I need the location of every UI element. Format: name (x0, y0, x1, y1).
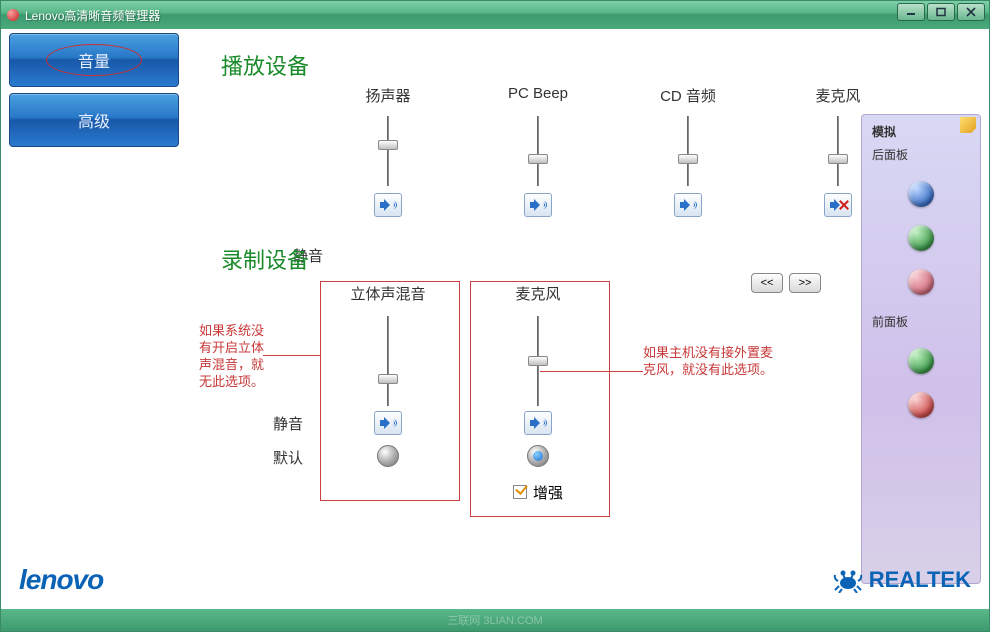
jack-front-green[interactable] (908, 348, 934, 374)
enhance-label: 增强 (533, 482, 563, 503)
mute-button-rec-stereomix[interactable] (374, 411, 402, 435)
jack-front-red[interactable] (908, 392, 934, 418)
maximize-button[interactable] (927, 3, 955, 21)
speaker-icon (680, 198, 696, 212)
close-button[interactable] (957, 3, 985, 21)
annotation-stereomix: 如果系统没有开启立体声混音，就无此选项。 (199, 323, 267, 391)
panel-title: 模拟 (872, 123, 970, 140)
note-icon[interactable] (960, 117, 976, 133)
sidebar-advanced-button[interactable]: 高级 (9, 93, 179, 147)
sidebar-advanced-label: 高级 (78, 108, 110, 132)
record-col-mic: 麦克风 增强 (463, 279, 613, 505)
playback-slider-pcbeep[interactable] (528, 116, 548, 186)
sidebar-volume-label: 音量 (78, 48, 110, 72)
sidebar: 音量 高级 (9, 33, 179, 153)
window-controls (897, 3, 985, 21)
annotation-line-stereomix (263, 355, 320, 356)
annotation-mic: 如果主机没有接外置麦克风，就没有此选项。 (643, 345, 773, 379)
playback-col-speaker: 扬声器 (313, 85, 463, 223)
playback-label-cdaudio: CD 音频 (613, 85, 763, 109)
sidebar-volume-button[interactable]: 音量 (9, 33, 179, 87)
playback-label-pcbeep: PC Beep (463, 85, 613, 109)
default-radio-mic[interactable] (527, 445, 549, 467)
speaker-icon (530, 416, 546, 430)
mute-button-cdaudio[interactable] (674, 193, 702, 217)
record-mute-label: 静音 (273, 413, 303, 434)
app-window: Lenovo高清晰音频管理器 音量 高级 播放设备 (0, 0, 990, 632)
playback-title: 播放设备 (221, 49, 987, 81)
playback-slider-mic[interactable] (828, 116, 848, 186)
speaker-muted-icon (830, 198, 846, 212)
playback-label-mic: 麦克风 (763, 85, 913, 109)
speaker-icon (530, 198, 546, 212)
title-bar[interactable]: Lenovo高清晰音频管理器 (1, 1, 989, 29)
footer-watermark: 三联网 3LIAN.COM (1, 609, 989, 631)
lenovo-logo: lenovo (19, 564, 103, 596)
jack-rear-pink[interactable] (908, 269, 934, 295)
realtek-text: REALTEK (869, 567, 971, 593)
enhance-checkbox[interactable] (513, 485, 527, 499)
mute-button-mic[interactable] (824, 193, 852, 217)
record-label-mic: 麦克风 (463, 283, 613, 311)
playback-label-speaker: 扬声器 (313, 85, 463, 109)
playback-col-cdaudio: CD 音频 (613, 85, 763, 223)
record-default-label: 默认 (273, 447, 303, 468)
playback-slider-cdaudio[interactable] (678, 116, 698, 186)
front-panel-label: 前面板 (872, 313, 970, 330)
client-area: 音量 高级 播放设备 扬声器 (3, 29, 987, 609)
window-title: Lenovo高清晰音频管理器 (25, 7, 160, 24)
realtek-logo: REALTEK (833, 567, 971, 593)
minimize-button[interactable] (897, 3, 925, 21)
speaker-icon (380, 416, 396, 430)
mute-button-pcbeep[interactable] (524, 193, 552, 217)
default-radio-stereomix[interactable] (377, 445, 399, 467)
jack-rear-green[interactable] (908, 225, 934, 251)
playback-col-pcbeep: PC Beep (463, 85, 613, 223)
mute-button-rec-mic[interactable] (524, 411, 552, 435)
record-label-stereomix: 立体声混音 (313, 283, 463, 311)
logo-bar: lenovo REALTEK (19, 557, 971, 603)
app-icon (7, 9, 19, 21)
annotation-line-mic (540, 371, 643, 372)
rear-panel-label: 后面板 (872, 146, 970, 163)
jack-rear-blue[interactable] (908, 181, 934, 207)
playback-slider-speaker[interactable] (378, 116, 398, 186)
record-slider-mic[interactable] (528, 316, 548, 406)
record-col-stereomix: 立体声混音 (313, 279, 463, 505)
mute-button-speaker[interactable] (374, 193, 402, 217)
record-slider-stereomix[interactable] (378, 316, 398, 406)
realtek-crab-icon (833, 567, 863, 593)
content-area: 播放设备 扬声器 PC Beep (203, 29, 987, 609)
speaker-icon (380, 198, 396, 212)
analog-panel: 模拟 后面板 前面板 (861, 114, 981, 584)
